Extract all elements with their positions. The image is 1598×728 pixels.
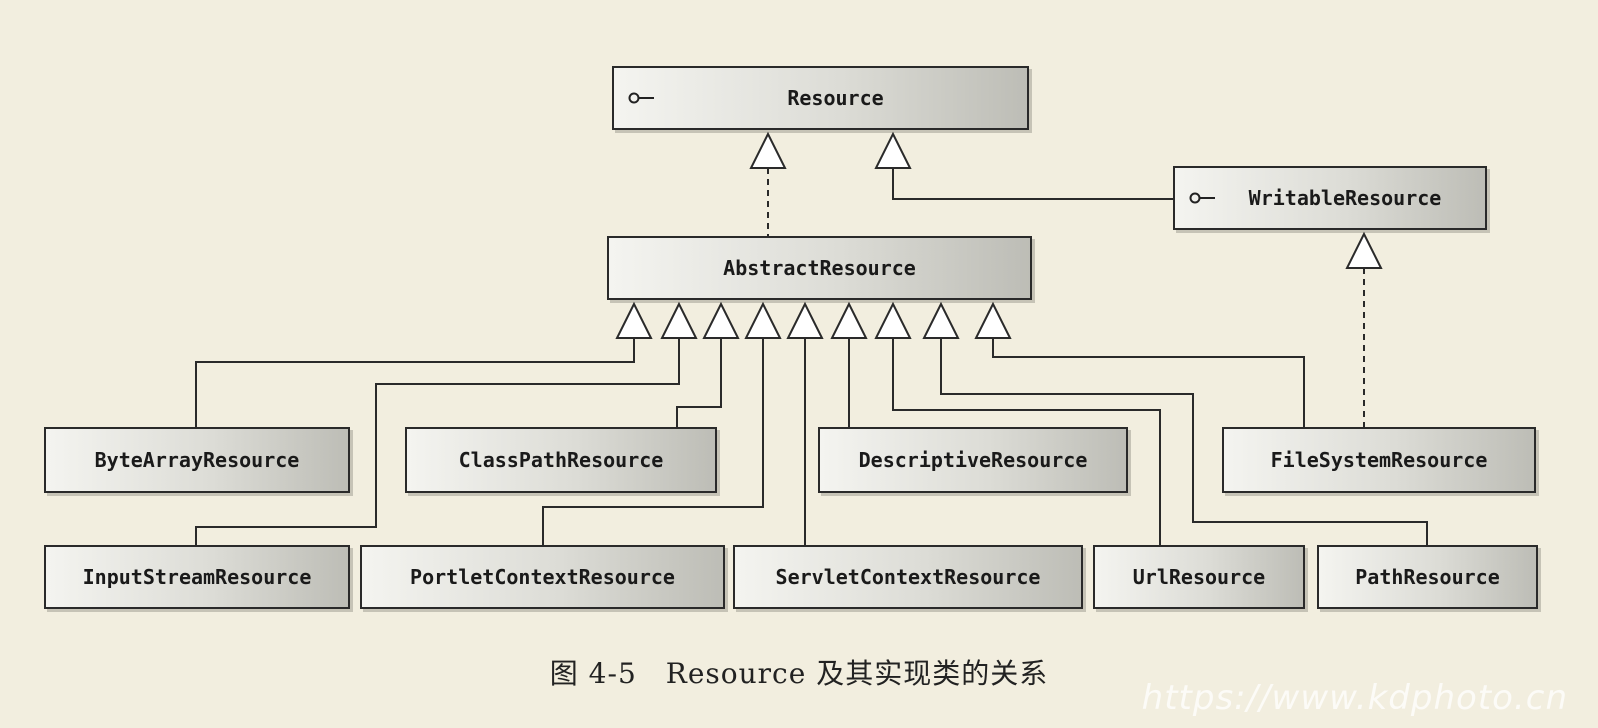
class-path-resource-label: ClassPathResource — [458, 448, 664, 472]
file-system-resource-box: FileSystemResource — [1222, 427, 1536, 493]
byte-array-resource-label: ByteArrayResource — [94, 448, 300, 472]
input-stream-resource-label: InputStreamResource — [82, 565, 312, 589]
filesystem-line — [992, 338, 1305, 427]
resource-label: Resource — [787, 86, 884, 110]
portlet-context-resource-label: PortletContextResource — [410, 565, 675, 589]
portlet-context-resource-box: PortletContextResource — [360, 545, 725, 609]
abstract-resource-arrowhead — [702, 301, 740, 339]
writable-to-resource-line — [892, 168, 1173, 200]
class-path-resource-box: ClassPathResource — [405, 427, 717, 493]
abstract-resource-label: AbstractResource — [723, 256, 916, 280]
writable-resource-interface-box: WritableResource — [1173, 166, 1487, 230]
interface-lollipop-icon — [1189, 192, 1215, 204]
descriptive-resource-box: DescriptiveResource — [818, 427, 1128, 493]
abstract-resource-arrowhead — [786, 301, 824, 339]
resource-arrowhead — [874, 131, 912, 169]
watermark: https://www.kdphoto.cn — [1141, 678, 1568, 718]
bytearray-line — [195, 338, 635, 427]
writable-resource-arrowhead — [1345, 231, 1383, 269]
path-resource-box: PathResource — [1317, 545, 1538, 609]
abstract-resource-arrowhead — [744, 301, 782, 339]
interface-lollipop-icon — [628, 92, 654, 104]
writable-resource-label: WritableResource — [1248, 186, 1442, 210]
servlet-context-resource-box: ServletContextResource — [733, 545, 1083, 609]
url-resource-label: UrlResource — [1132, 565, 1266, 589]
abstract-resource-arrowhead — [974, 301, 1012, 339]
url-resource-box: UrlResource — [1093, 545, 1305, 609]
abstract-resource-arrowhead — [874, 301, 912, 339]
path-resource-label: PathResource — [1355, 565, 1500, 589]
servlet-context-resource-label: ServletContextResource — [775, 565, 1041, 589]
abstract-resource-arrowhead — [830, 301, 868, 339]
classpath-line — [676, 338, 722, 427]
abstract-resource-box: AbstractResource — [607, 236, 1032, 300]
descriptive-resource-label: DescriptiveResource — [858, 448, 1088, 472]
class-diagram: Resource WritableResource AbstractResour… — [0, 0, 1598, 728]
resource-interface-box: Resource — [612, 66, 1029, 130]
input-stream-resource-box: InputStreamResource — [44, 545, 350, 609]
abstract-resource-arrowhead — [922, 301, 960, 339]
file-system-resource-label: FileSystemResource — [1270, 448, 1488, 472]
resource-arrowhead — [749, 131, 787, 169]
byte-array-resource-box: ByteArrayResource — [44, 427, 350, 493]
abstract-resource-arrowhead — [615, 301, 653, 339]
abstract-resource-arrowhead — [660, 301, 698, 339]
